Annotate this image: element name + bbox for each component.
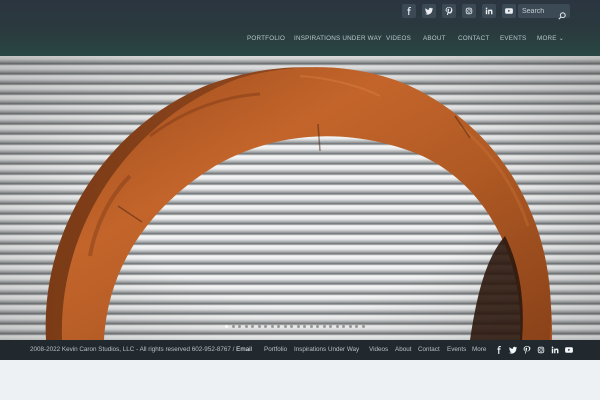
footer-nav-videos[interactable]: Videos bbox=[369, 346, 388, 353]
slider-dot[interactable] bbox=[303, 325, 306, 328]
nav-about[interactable]: ABOUT bbox=[423, 35, 446, 42]
slider-dot[interactable] bbox=[244, 325, 248, 328]
twitter-icon[interactable] bbox=[508, 345, 517, 354]
instagram-icon[interactable] bbox=[536, 345, 545, 354]
main-nav: PORTFOLIO INSPIRATIONS UNDER WAY VIDEOS … bbox=[0, 35, 600, 47]
footer-social-icons bbox=[494, 345, 573, 354]
hero-slider[interactable] bbox=[0, 56, 600, 340]
slider-dot[interactable] bbox=[316, 325, 319, 328]
nav-portfolio[interactable]: PORTFOLIO bbox=[247, 35, 285, 42]
youtube-icon[interactable] bbox=[564, 345, 573, 354]
chevron-down-icon: ⌄ bbox=[558, 36, 564, 42]
nav-events[interactable]: EVENTS bbox=[500, 35, 526, 42]
slider-dot[interactable] bbox=[277, 325, 280, 328]
nav-more-label: MORE bbox=[537, 35, 557, 42]
facebook-icon[interactable] bbox=[402, 4, 416, 18]
slider-dot[interactable] bbox=[257, 325, 261, 328]
slider-dots bbox=[225, 325, 365, 328]
footer-nav-portfolio[interactable]: Portfolio bbox=[264, 346, 287, 353]
slider-dot[interactable] bbox=[309, 325, 313, 328]
slider-dot[interactable] bbox=[270, 325, 274, 328]
slider-dot[interactable] bbox=[231, 325, 235, 328]
site-footer: 2008-2022 Kevin Caron Studios, LLC - All… bbox=[0, 340, 600, 360]
slider-dot[interactable] bbox=[342, 325, 345, 328]
footer-nav-contact[interactable]: Contact bbox=[418, 346, 440, 353]
search-box[interactable] bbox=[518, 4, 570, 20]
copyright-label: 2008-2022 Kevin Caron Studios, LLC - All… bbox=[30, 346, 237, 353]
nav-inspirations[interactable]: INSPIRATIONS UNDER WAY bbox=[294, 35, 382, 42]
footer-nav-events[interactable]: Events bbox=[447, 346, 466, 353]
slider-dot[interactable] bbox=[290, 325, 293, 328]
slider-dot[interactable] bbox=[264, 325, 267, 328]
slider-dot[interactable] bbox=[283, 325, 287, 328]
pinterest-icon[interactable] bbox=[522, 345, 531, 354]
slider-dot[interactable] bbox=[251, 325, 254, 328]
nav-more[interactable]: MORE ⌄ bbox=[537, 35, 564, 42]
slider-dot[interactable] bbox=[335, 325, 339, 328]
slider-dot[interactable] bbox=[238, 325, 241, 328]
search-icon[interactable] bbox=[558, 7, 566, 20]
facebook-icon[interactable] bbox=[494, 345, 503, 354]
footer-nav-more[interactable]: More bbox=[472, 346, 486, 353]
slider-dot[interactable] bbox=[329, 325, 332, 328]
youtube-icon[interactable] bbox=[502, 4, 516, 18]
slider-dot[interactable] bbox=[355, 325, 358, 328]
footer-nav-inspirations[interactable]: Inspirations Under Way bbox=[294, 346, 359, 353]
page-body-background bbox=[0, 360, 600, 400]
header-social-icons bbox=[402, 4, 516, 18]
copyright-text: 2008-2022 Kevin Caron Studios, LLC - All… bbox=[30, 346, 252, 353]
footer-nav-about[interactable]: About bbox=[395, 346, 411, 353]
search-input[interactable] bbox=[522, 5, 558, 17]
linkedin-icon[interactable] bbox=[550, 345, 559, 354]
email-link[interactable]: Email bbox=[236, 346, 252, 353]
sculpture-image bbox=[45, 67, 553, 340]
slider-dot[interactable] bbox=[322, 325, 326, 328]
nav-contact[interactable]: CONTACT bbox=[458, 35, 489, 42]
nav-videos[interactable]: VIDEOS bbox=[386, 35, 411, 42]
twitter-icon[interactable] bbox=[422, 4, 436, 18]
slider-dot[interactable] bbox=[225, 325, 228, 328]
slider-dot[interactable] bbox=[361, 325, 365, 328]
instagram-icon[interactable] bbox=[462, 4, 476, 18]
page: PORTFOLIO INSPIRATIONS UNDER WAY VIDEOS … bbox=[0, 0, 600, 400]
site-header: PORTFOLIO INSPIRATIONS UNDER WAY VIDEOS … bbox=[0, 0, 600, 56]
slider-dot[interactable] bbox=[348, 325, 352, 328]
slider-dot[interactable] bbox=[296, 325, 300, 328]
pinterest-icon[interactable] bbox=[442, 4, 456, 18]
linkedin-icon[interactable] bbox=[482, 4, 496, 18]
